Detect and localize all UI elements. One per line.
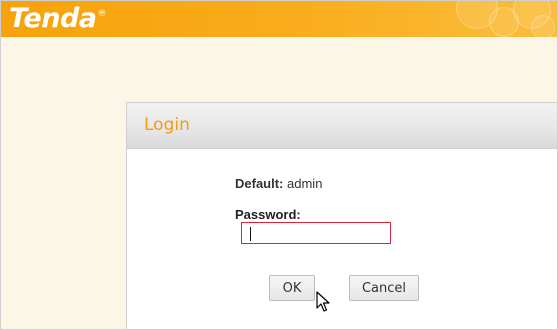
default-label: Default: xyxy=(235,176,284,191)
password-field[interactable] xyxy=(241,222,391,244)
mouse-pointer-icon xyxy=(316,291,330,312)
text-caret xyxy=(250,227,251,241)
dialog-title: Login xyxy=(144,115,190,135)
logo-text: Tenda xyxy=(9,3,97,34)
header-bar: Tenda ® xyxy=(1,1,557,37)
default-value: admin xyxy=(287,176,323,191)
router-admin-page: Tenda ® Login Default: admin Password: O… xyxy=(0,0,558,330)
header-decoration xyxy=(531,15,555,37)
dialog-header: Login xyxy=(127,103,557,149)
login-dialog: Login Default: admin Password: OK Cancel xyxy=(126,102,557,329)
ok-button[interactable]: OK xyxy=(269,275,315,301)
tenda-logo: Tenda ® xyxy=(9,3,107,35)
cancel-button[interactable]: Cancel xyxy=(349,275,419,301)
registered-mark: ® xyxy=(97,9,107,19)
password-label: Password: xyxy=(235,207,301,222)
default-credentials-hint: Default: admin xyxy=(235,176,322,191)
